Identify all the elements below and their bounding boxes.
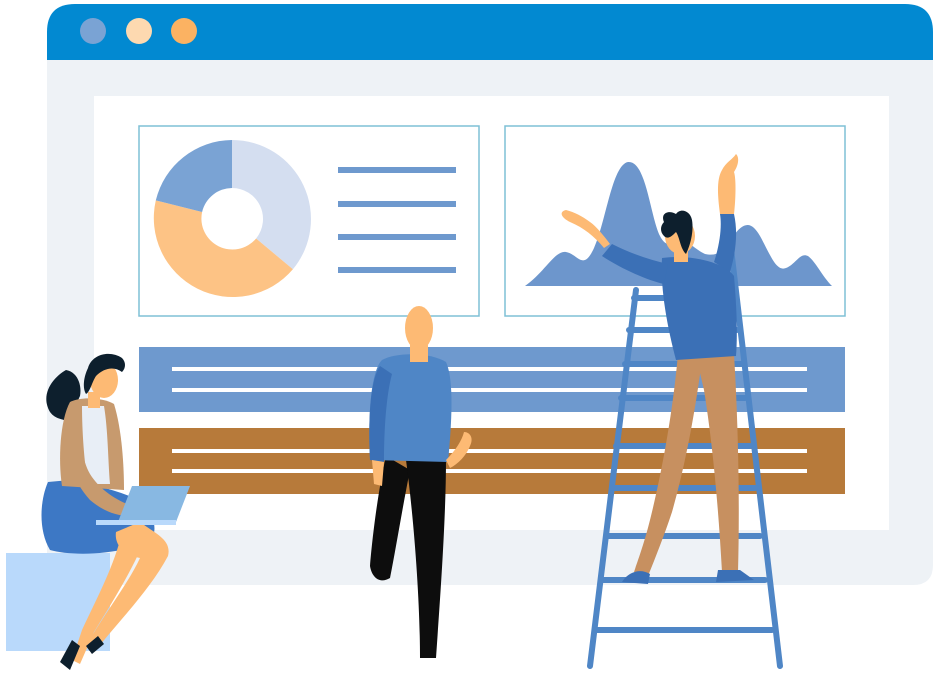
illustration-canvas <box>0 0 933 676</box>
donut-card <box>138 125 480 317</box>
laptop-base <box>96 520 176 525</box>
list-line <box>338 267 456 273</box>
titlebar-dot-orange <box>171 18 197 44</box>
illustration-svg <box>6 4 933 670</box>
bald-man-head <box>405 306 433 350</box>
brown-bar-bg <box>139 428 845 494</box>
list-line <box>338 201 456 207</box>
titlebar-dot-blue <box>80 18 106 44</box>
brown-bar <box>139 428 845 494</box>
brown-bar-line <box>172 469 807 473</box>
blue-bar <box>139 347 845 412</box>
list-line <box>338 167 456 173</box>
blue-bar-bg <box>139 347 845 412</box>
brown-bar-line <box>172 449 807 453</box>
titlebar-dot-cream <box>126 18 152 44</box>
ladder-man-shirt <box>661 256 737 360</box>
list-line <box>338 234 456 240</box>
